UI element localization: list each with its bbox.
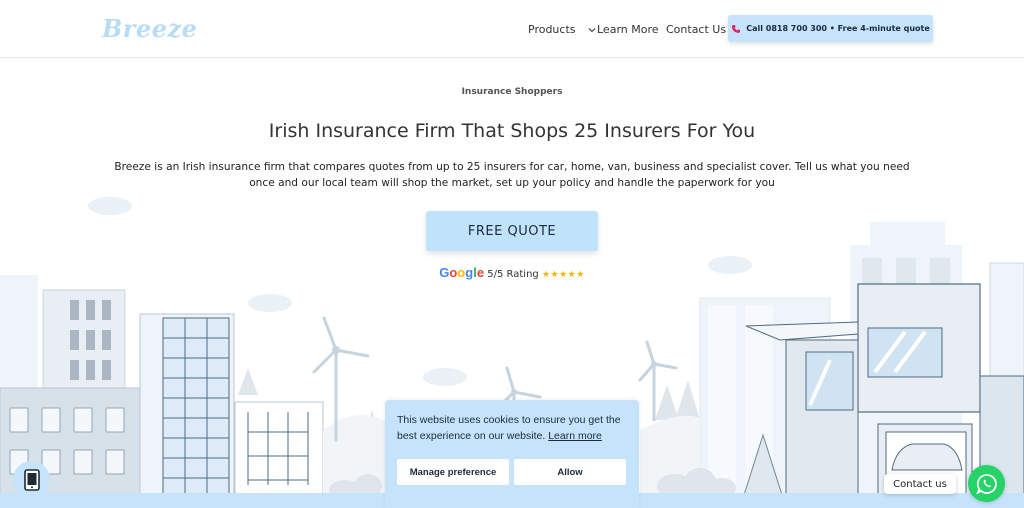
mobile-phone-icon xyxy=(23,468,40,491)
page-title: Irish Insurance Firm That Shops 25 Insur… xyxy=(268,120,756,142)
contact-us-bubble[interactable]: Contact us xyxy=(884,474,956,494)
hero-eyebrow: Insurance Shoppers xyxy=(461,87,563,97)
nav-learn-more[interactable]: Learn More xyxy=(597,23,659,36)
mobile-call-widget[interactable] xyxy=(13,461,50,498)
whatsapp-icon xyxy=(975,473,997,494)
nav-products[interactable]: Products xyxy=(528,23,597,36)
free-quote-button[interactable]: FREE QUOTE xyxy=(426,211,598,251)
nav-products-label: Products xyxy=(528,23,576,36)
site-header: Breeze Products Learn More Contact Us Ca… xyxy=(0,0,1024,58)
google-logo: Google xyxy=(439,265,485,280)
whatsapp-button[interactable] xyxy=(968,465,1005,502)
manage-preference-button[interactable]: Manage preference xyxy=(397,459,509,485)
hero-subtitle: Breeze is an Irish insurance firm that c… xyxy=(114,161,910,189)
chevron-down-icon xyxy=(588,28,596,33)
cookie-message: This website uses cookies to ensure you … xyxy=(397,412,632,444)
call-button[interactable]: Call 0818 700 300 • Free 4-minute quote xyxy=(728,15,933,42)
rating-text: 5/5 Rating xyxy=(487,269,539,280)
nav-contact-us[interactable]: Contact Us xyxy=(666,23,726,36)
cookie-banner: This website uses cookies to ensure you … xyxy=(385,400,639,508)
breeze-logo[interactable]: Breeze xyxy=(102,14,197,43)
rating-stars: ★★★★★ xyxy=(541,270,585,280)
google-rating[interactable]: Google 5/5 Rating ★★★★★ xyxy=(0,265,1024,280)
call-button-label: Call 0818 700 300 • Free 4-minute quote xyxy=(746,24,930,33)
allow-cookies-button[interactable]: Allow xyxy=(514,459,626,485)
phone-icon xyxy=(732,24,741,33)
learn-more-link[interactable]: Learn more xyxy=(548,430,602,442)
